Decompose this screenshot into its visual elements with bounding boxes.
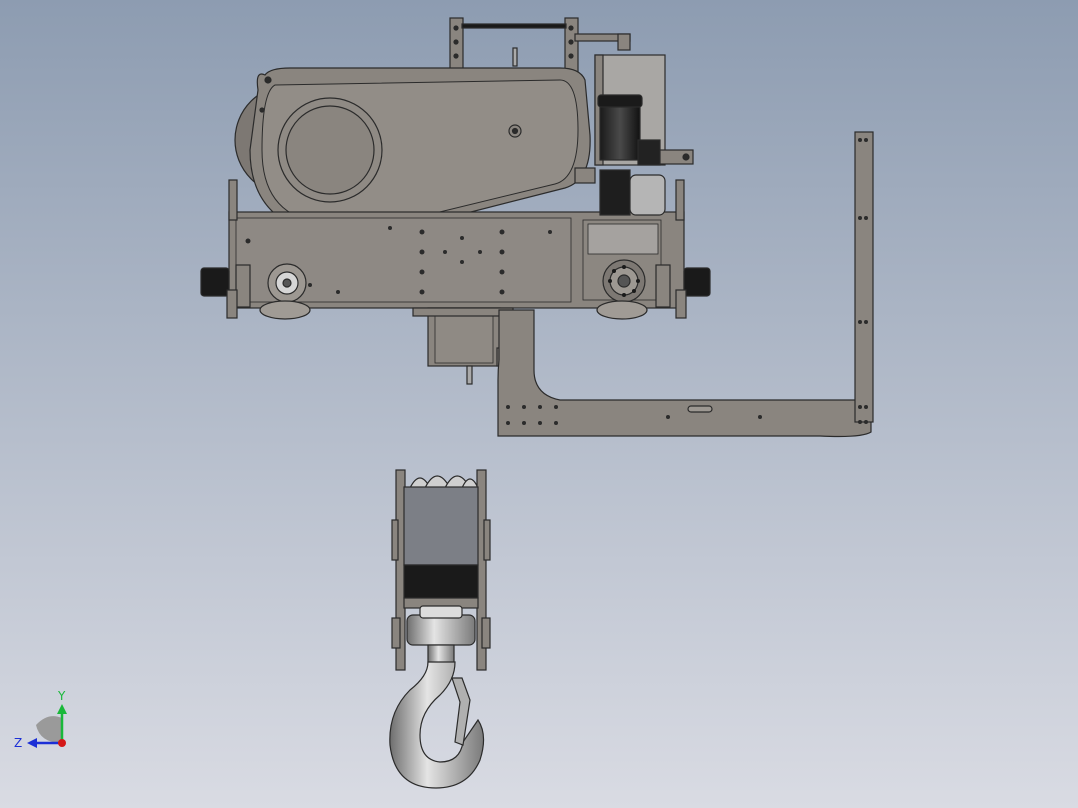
block-crosshead (403, 564, 479, 599)
travel-motor[interactable] (599, 169, 631, 216)
cad-viewport[interactable]: Y Z (0, 0, 1078, 808)
hook-trunnion (406, 614, 476, 646)
arm-slot (687, 405, 713, 413)
travel-brake[interactable] (629, 174, 666, 216)
x-axis-dot (58, 739, 66, 747)
right-travel-wheel (596, 300, 648, 320)
sheave-guard[interactable] (403, 486, 479, 566)
right-buffer[interactable] (683, 267, 711, 297)
cad-canvas[interactable]: Y Z (0, 0, 1078, 808)
left-buffer[interactable] (200, 267, 230, 297)
y-axis-label: Y (57, 689, 66, 703)
hoist-motor[interactable] (599, 99, 641, 161)
z-axis-label: Z (14, 736, 22, 750)
left-travel-wheel (259, 300, 311, 320)
drum-cover-inner (285, 105, 375, 195)
